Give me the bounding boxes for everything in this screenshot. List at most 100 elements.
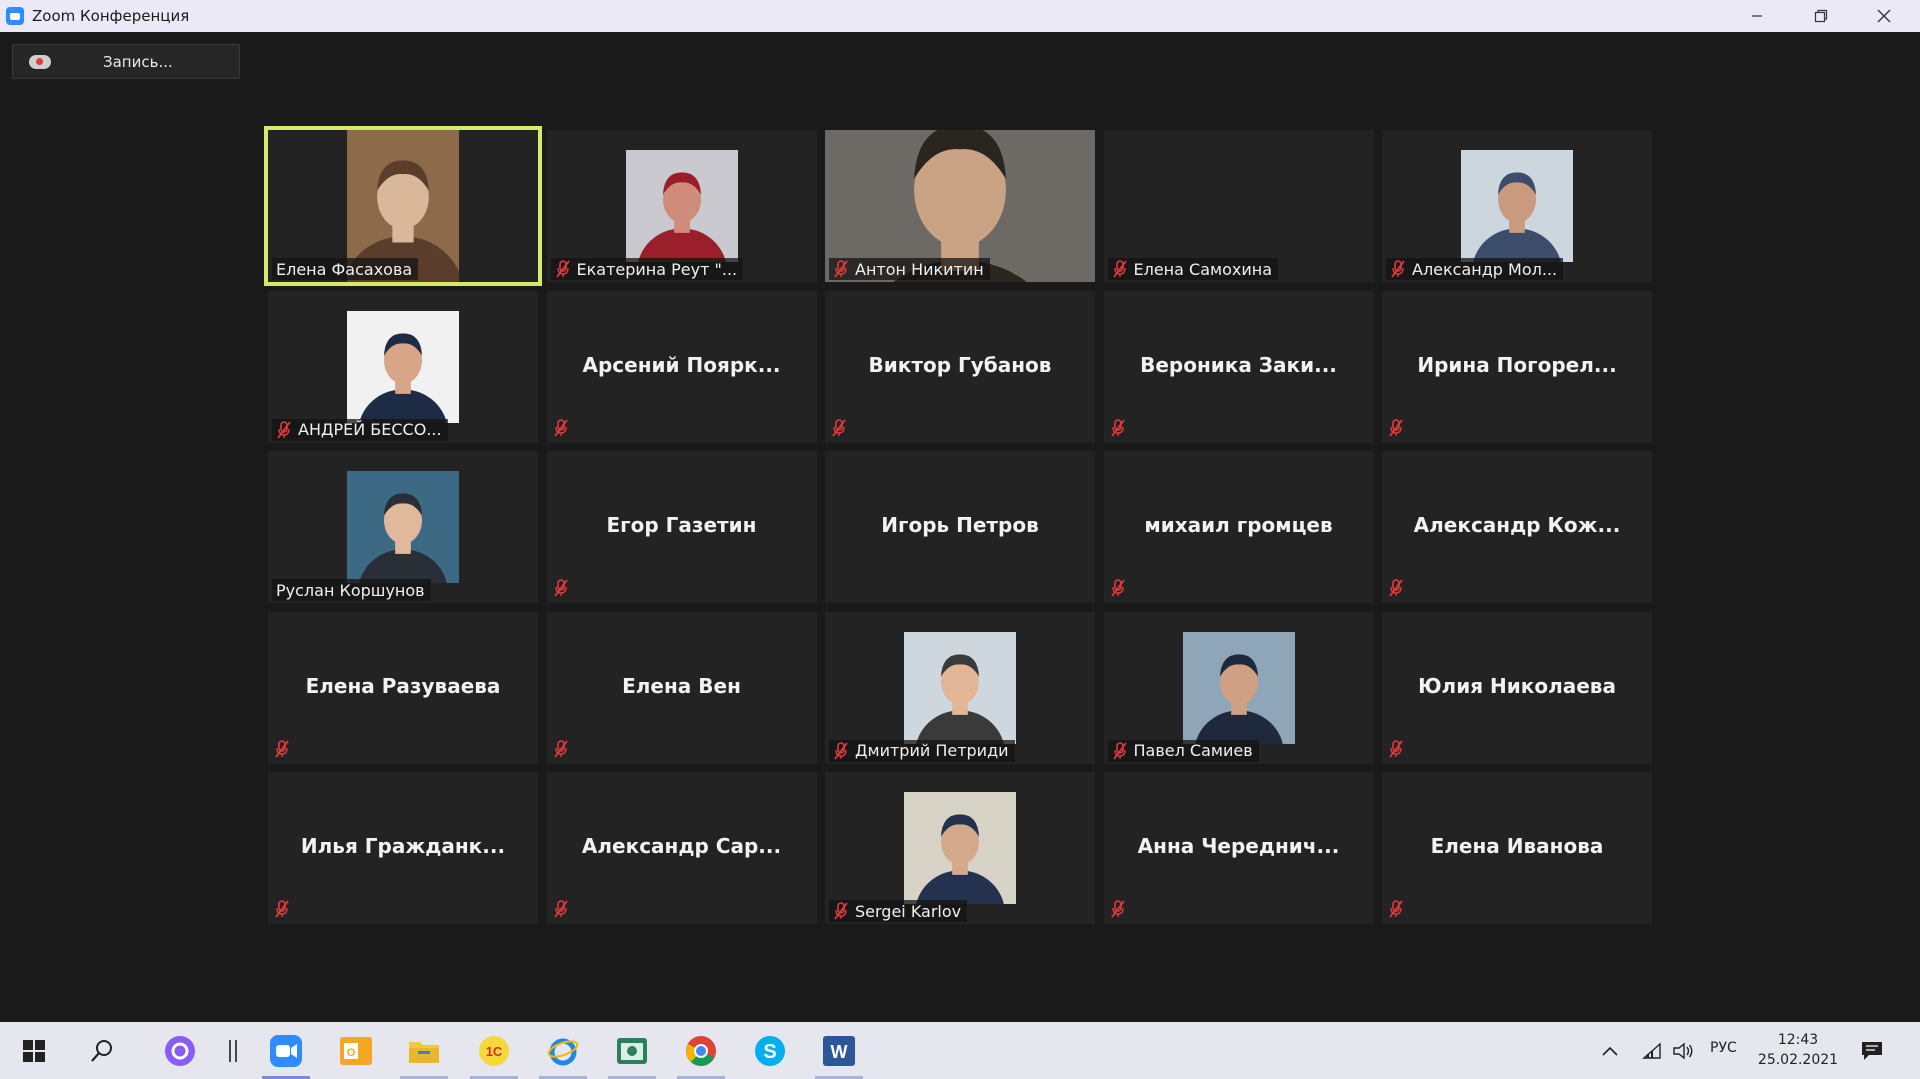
participant-photo [1461,150,1573,282]
show-hidden-icons-button[interactable] [1590,1022,1630,1079]
participant-photo [1182,631,1295,764]
restore-button[interactable] [1790,0,1852,32]
windows-icon [23,1039,45,1062]
participant-name: Егор Газетин [606,513,757,537]
participant-nametag: АНДРЕЙ БЕССО... [272,418,448,441]
participant-tile[interactable]: Елена Иванова [1382,772,1652,924]
participant-name: Елена Разуваева [305,673,501,698]
record-label: Запись... [103,52,173,71]
svg-text:O: O [347,1047,356,1059]
participant-tile[interactable]: Елена Фасахова [264,126,542,286]
participant-tile[interactable]: Александр Сар... [546,772,817,924]
muted-mic-icon [1110,900,1125,918]
taskbar-skype[interactable]: S [742,1022,798,1079]
taskbar-chrome[interactable] [673,1022,729,1079]
muted-mic-icon [553,418,568,437]
volume-button[interactable] [1664,1022,1704,1079]
minimize-button[interactable] [1726,0,1788,32]
input-language[interactable]: РУС [1710,1040,1737,1056]
mute-indicator [1110,900,1130,920]
participant-tile[interactable]: Антон Никитин [825,130,1095,282]
participant-tile[interactable]: Юлия Николаева [1382,611,1652,764]
participant-name: Александр Кож... [1413,513,1621,537]
participant-tile[interactable]: Виктор Губанов [825,290,1095,443]
participant-tile[interactable]: Дмитрий Петриди [825,611,1095,764]
taskbar-zoom[interactable] [258,1022,314,1079]
skype-icon: S [755,1035,785,1066]
taskbar-word[interactable]: W [811,1022,867,1079]
mute-indicator [1110,418,1130,439]
participant-name: Арсений Поярк... [582,352,781,377]
participant-tile[interactable]: Вероника Заки... [1103,290,1374,443]
participant-tile[interactable]: Анна Череднич... [1103,772,1374,924]
task-view-button[interactable] [205,1022,261,1079]
internet-explorer-icon [547,1038,579,1065]
mute-indicator [1388,739,1408,760]
task-view-icon [229,1039,237,1062]
participant-name: Елена Иванова [1430,834,1604,858]
mute-indicator [274,739,294,760]
participant-tile[interactable]: Елена Самохина [1103,130,1374,282]
participant-photo [904,792,1016,924]
muted-mic-icon [555,260,570,278]
record-button[interactable]: Запись... [12,44,240,79]
participant-tile[interactable]: Александр Мол... [1382,130,1652,282]
muted-mic-icon [275,900,289,918]
notifications-button[interactable] [1846,1022,1898,1079]
participant-name: Игорь Петров [881,513,1039,537]
participant-tile[interactable]: Елена Разуваева [268,611,538,764]
taskbar-app[interactable] [604,1022,660,1079]
muted-mic-icon [834,902,848,920]
muted-mic-icon [1391,260,1405,278]
mute-indicator [553,418,573,439]
taskbar-1c[interactable]: 1С [466,1022,522,1079]
notification-icon [1862,1041,1882,1060]
minimize-icon [1752,15,1762,17]
participant-tile[interactable]: Руслан Коршунов [268,451,538,603]
participant-tile[interactable]: Екатерина Реут "... [546,130,817,282]
participant-tile[interactable]: Арсений Поярк... [546,290,817,443]
participant-tile[interactable]: АНДРЕЙ БЕССО... [268,290,538,443]
mute-indicator [1388,418,1408,439]
svg-text:W: W [831,1042,848,1062]
participant-nametag: Sergei Karlov [829,900,968,922]
participant-tile[interactable]: Егор Газетин [546,451,817,603]
muted-mic-icon [275,739,289,758]
participant-name: Павел Самиев [1133,741,1253,760]
participant-photo [347,471,459,603]
participant-tile[interactable]: Павел Самиев [1103,611,1374,764]
clock-date: 25.02.2021 [1757,1052,1839,1068]
svg-text:S: S [763,1041,776,1063]
taskbar-ie[interactable] [535,1022,591,1079]
taskbar-explorer[interactable] [396,1022,452,1079]
close-button[interactable] [1853,0,1915,32]
muted-mic-icon [1110,579,1125,597]
participant-name: Руслан Коршунов [276,580,425,600]
participant-name: Дмитрий Петриди [855,741,1009,760]
title-bar: Zoom Конференция [0,0,1920,32]
app-window-icon [617,1037,647,1064]
participant-photo [347,310,459,443]
participant-nametag: Елена Самохина [1107,258,1278,280]
participant-tile[interactable]: михаил громцев [1103,451,1374,603]
participant-tile[interactable]: Ирина Погорел... [1382,290,1652,443]
mute-indicator [553,900,573,920]
participant-nametag: Антон Никитин [829,258,990,280]
participant-tile[interactable]: Александр Кож... [1382,451,1652,603]
participant-nametag: Екатерина Реут "... [550,258,744,280]
participant-tile[interactable]: Игорь Петров [825,451,1095,603]
search-button[interactable] [74,1022,130,1079]
participant-nametag: Елена Фасахова [272,258,419,280]
participant-name: Елена Самохина [1133,259,1273,279]
participant-tile[interactable]: Елена Вен [546,611,817,764]
participant-tile[interactable]: Илья Гражданк... [268,772,538,924]
start-button[interactable] [6,1022,62,1079]
cortana-button[interactable] [152,1022,208,1079]
muted-mic-icon [1110,418,1125,437]
chrome-icon [686,1035,716,1066]
clock[interactable]: 12:43 25.02.2021 [1756,1030,1840,1070]
participant-tile[interactable]: Sergei Karlov [825,772,1095,924]
word-icon: W [823,1035,855,1066]
taskbar-outlook[interactable]: O [328,1022,384,1079]
participant-nametag: Руслан Коршунов [272,579,431,601]
